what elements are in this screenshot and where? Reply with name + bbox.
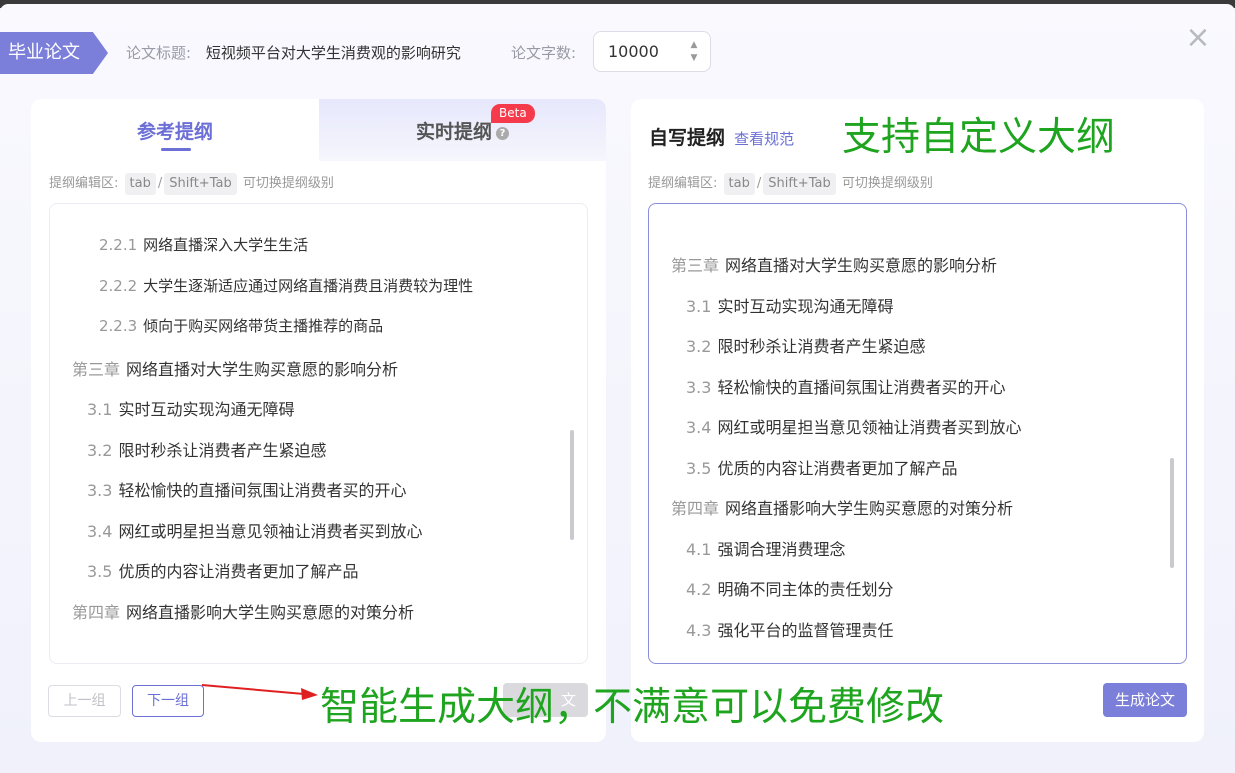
outline-item[interactable]: 3.5 优质的内容让消费者更加了解产品 xyxy=(87,558,358,582)
title-meta: 论文标题: 短视频平台对大学生消费观的影响研究 xyxy=(126,32,461,74)
outline-item[interactable]: 3.2 限时秒杀让消费者产生紧迫感 xyxy=(686,333,925,357)
word-count-input[interactable]: 10000 ▲ ▼ xyxy=(593,31,711,72)
outline-item[interactable]: 3.5 优质的内容让消费者更加了解产品 xyxy=(686,455,957,479)
outline-item[interactable]: 第四章 网络直播影响大学生购买意愿的对策分析 xyxy=(72,599,414,623)
custom-outline-title: 自写提纲 xyxy=(649,127,726,149)
outline-item[interactable]: 4.3 强化平台的监督管理责任 xyxy=(686,617,893,641)
shift-tab-key: Shift+Tab xyxy=(164,173,237,195)
scrollbar[interactable] xyxy=(570,430,574,540)
outline-item[interactable]: 3.4 网红或明星担当意见领袖让消费者买到放心 xyxy=(686,414,1021,438)
outline-item[interactable]: 第三章 网络直播对大学生购买意愿的影响分析 xyxy=(671,252,997,276)
title-value: 短视频平台对大学生消费观的影响研究 xyxy=(205,44,461,62)
thesis-type-badge: 毕业论文 xyxy=(0,32,108,74)
outline-item[interactable]: 第四章 网络直播影响大学生购买意愿的对策分析 xyxy=(671,495,1013,519)
outline-item[interactable]: 第三章 网络直播对大学生购买意愿的影响分析 xyxy=(72,356,398,380)
outline-item[interactable]: 4.2 明确不同主体的责任划分 xyxy=(686,576,893,600)
view-rules-link[interactable]: 查看规范 xyxy=(734,130,794,148)
active-tab-indicator xyxy=(161,148,191,151)
stepper-up-icon[interactable]: ▲ xyxy=(688,39,700,52)
help-icon[interactable]: ? xyxy=(496,127,509,140)
word-count-stepper[interactable]: ▲ ▼ xyxy=(688,39,700,65)
custom-outline-header: 自写提纲 查看规范 xyxy=(649,123,794,150)
title-label: 论文标题: xyxy=(126,44,192,62)
beta-badge: Beta xyxy=(491,104,535,123)
next-group-button[interactable]: 下一组 xyxy=(132,685,204,717)
outline-item[interactable]: 2.2.1 网络直播深入大学生生活 xyxy=(99,234,308,255)
tab-key: tab xyxy=(124,173,156,195)
reference-outline-editor[interactable]: 2.2.1 网络直播深入大学生生活 2.2.2 大学生逐渐适应通过网络直播消费且消费… xyxy=(49,203,588,664)
stepper-down-icon[interactable]: ▼ xyxy=(688,52,700,65)
annotation-arrow-icon xyxy=(201,684,318,700)
outline-item[interactable]: 3.1 实时互动实现沟通无障碍 xyxy=(686,293,893,317)
generate-paper-button[interactable]: 生成论文 xyxy=(1103,683,1187,717)
outline-item[interactable]: 3.3 轻松愉快的直播间氛围让消费者买的开心 xyxy=(87,477,406,501)
tab-realtime-outline[interactable]: 实时提纲? xyxy=(319,99,606,161)
scrollbar[interactable] xyxy=(1170,458,1174,568)
outline-item[interactable]: 3.3 轻松愉快的直播间氛围让消费者买的开心 xyxy=(686,374,1005,398)
close-icon[interactable]: × xyxy=(1184,23,1212,53)
shift-tab-key: Shift+Tab xyxy=(763,173,836,195)
editor-hint: 提纲编辑区: tab / Shift+Tab 可切换提纲级别 xyxy=(648,172,933,195)
outline-tabs: 参考提纲 实时提纲? Beta xyxy=(31,99,606,161)
prev-group-button[interactable]: 上一组 xyxy=(48,685,121,717)
words-meta: 论文字数: xyxy=(511,32,576,74)
tab-reference-outline[interactable]: 参考提纲 xyxy=(31,99,319,161)
tab-key: tab xyxy=(723,173,755,195)
outline-item[interactable]: 4.1 强调合理消费理念 xyxy=(686,536,845,560)
reference-outline-card: 参考提纲 实时提纲? Beta 提纲编辑区: tab / Shift+Tab 可切换… xyxy=(31,99,606,742)
outline-item[interactable]: 3.2 限时秒杀让消费者产生紧迫感 xyxy=(87,437,326,461)
outline-item[interactable]: 2.2.3 倾向于购买网络带货主播推荐的商品 xyxy=(99,315,383,336)
outline-item[interactable]: 3.1 实时互动实现沟通无障碍 xyxy=(87,396,294,420)
outline-item[interactable]: 3.4 网红或明星担当意见领袖让消费者买到放心 xyxy=(87,518,422,542)
custom-outline-editor[interactable]: 第三章 网络直播对大学生购买意愿的影响分析 3.1 实时互动实现沟通无障碍 3.2 限… xyxy=(648,203,1187,664)
annotation-custom-outline: 支持自定义大纲 xyxy=(842,115,1116,160)
words-label: 论文字数: xyxy=(511,44,577,62)
annotation-smart-generate: 智能生成大纲，不满意可以免费修改 xyxy=(320,685,945,730)
outline-item[interactable]: 2.2.2 大学生逐渐适应通过网络直播消费且消费较为理性 xyxy=(99,275,473,296)
custom-outline-card: 自写提纲 查看规范 提纲编辑区: tab / Shift+Tab 可切换提纲级别 第… xyxy=(631,99,1204,742)
word-count-value: 10000 xyxy=(608,42,659,61)
editor-hint: 提纲编辑区: tab / Shift+Tab 可切换提纲级别 xyxy=(49,172,334,195)
